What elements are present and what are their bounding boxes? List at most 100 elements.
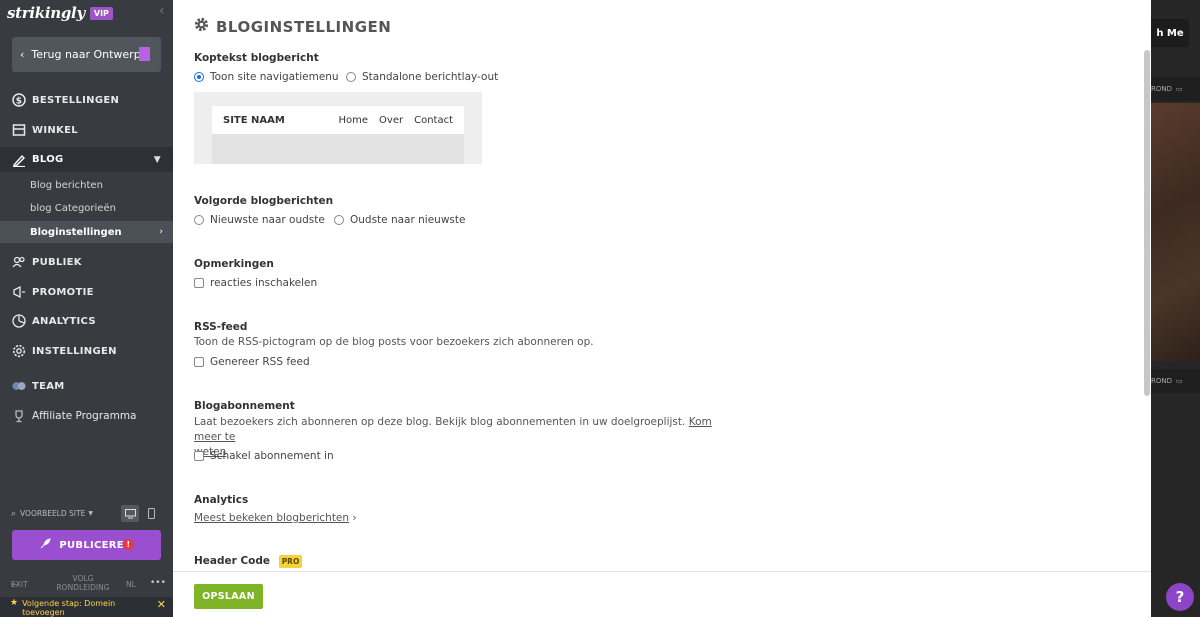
- publish-button[interactable]: PUBLICEREN !: [12, 530, 161, 560]
- header-preview: SITE NAAM Home Over Contact: [194, 92, 482, 164]
- checkbox-comments-label: reacties inschakelen: [210, 277, 318, 289]
- nav-promotion[interactable]: PROMOTIE: [0, 282, 173, 302]
- trophy-icon: [12, 409, 26, 423]
- background-label-text-2: ROND: [1151, 377, 1172, 385]
- dollar-circle-icon: $: [12, 93, 26, 107]
- sub-blog-categories[interactable]: blog Categorieën: [0, 198, 173, 219]
- background-label-bottom[interactable]: ROND ▭: [1151, 369, 1200, 393]
- mobile-icon[interactable]: [142, 505, 160, 522]
- sidebar-footer: ← EXIT VOLG RONDLEIDING NL •••: [0, 574, 173, 596]
- next-step-text: Volgende stap: Domein toevoegen: [22, 599, 116, 617]
- preview-site-row: ⌕ VOORBEELD SITE ▼: [11, 505, 161, 522]
- header-code-row[interactable]: Header Code PRO: [194, 555, 303, 568]
- gear-icon: [194, 17, 209, 36]
- scrollbar[interactable]: [1144, 50, 1150, 396]
- pro-badge: PRO: [278, 555, 303, 568]
- back-to-design-button[interactable]: ‹ Terug naar Ontwerp: [12, 37, 161, 72]
- order-label: Volgorde blogberichten: [194, 195, 334, 207]
- publish-label: PUBLICEREN: [59, 539, 133, 551]
- checkbox-comments[interactable]: reacties inschakelen: [194, 277, 317, 289]
- radio-standalone-label: Standalone berichtlay-out: [362, 71, 499, 83]
- checkbox-subscription[interactable]: Schakel abonnement in: [194, 450, 334, 462]
- nav-orders[interactable]: $ BESTELLINGEN: [0, 90, 173, 110]
- header-text-label: Koptekst blogbericht: [194, 52, 319, 64]
- nav-settings[interactable]: INSTELLINGEN: [0, 341, 173, 361]
- back-button-label: Terug naar Ontwerp: [31, 48, 141, 61]
- more-options-icon[interactable]: •••: [150, 578, 166, 588]
- nav-audience-label: PUBLIEK: [32, 256, 82, 268]
- nav-promotion-label: PROMOTIE: [32, 286, 94, 298]
- save-bar: OPSLAAN: [173, 571, 1151, 617]
- nav-analytics[interactable]: ANALYTICS: [0, 311, 173, 331]
- checkbox-subscription-label: Schakel abonnement in: [210, 450, 334, 462]
- analytics-label: Analytics: [194, 494, 249, 506]
- checkbox[interactable]: [194, 278, 204, 288]
- radio-show-nav[interactable]: Toon site navigatiemenu: [194, 71, 339, 83]
- radio-standalone[interactable]: Standalone berichtlay-out: [346, 71, 498, 83]
- close-icon[interactable]: ✕: [157, 599, 166, 610]
- subscription-label: Blogabonnement: [194, 400, 295, 412]
- rocket-icon: [40, 538, 52, 552]
- header-code-label: Header Code: [194, 555, 271, 567]
- comments-label: Opmerkingen: [194, 258, 274, 270]
- nav-audience[interactable]: PUBLIEK: [0, 252, 173, 272]
- preview-link-contact: Contact: [414, 114, 453, 126]
- most-viewed-link[interactable]: Meest bekeken blogberichten: [194, 512, 349, 524]
- radio-button[interactable]: [334, 215, 344, 225]
- preview-site-dropdown[interactable]: VOORBEELD SITE: [20, 509, 85, 518]
- sub-blog-posts[interactable]: Blog berichten: [0, 175, 173, 196]
- people-icon: [12, 255, 26, 269]
- star-icon: ★: [10, 598, 19, 608]
- radio-button[interactable]: [346, 72, 356, 82]
- checkbox-rss[interactable]: Genereer RSS feed: [194, 356, 310, 368]
- megaphone-icon: [12, 285, 26, 299]
- quill-icon: [12, 153, 26, 167]
- chevron-right-icon: ›: [352, 512, 357, 524]
- checkbox[interactable]: [194, 451, 204, 461]
- radio-newest-label: Nieuwste naar oudste: [210, 214, 325, 226]
- nav-team-label: TEAM: [32, 380, 65, 392]
- exit-label: EXIT: [11, 580, 28, 589]
- desktop-icon[interactable]: [121, 505, 139, 522]
- touch-me-button[interactable]: h Me: [1151, 19, 1189, 47]
- most-viewed-link-row[interactable]: Meest bekeken blogberichten ›: [194, 512, 357, 524]
- nav-team[interactable]: TEAM: [0, 376, 173, 396]
- nav-store[interactable]: WINKEL: [0, 120, 173, 140]
- nav-blog-label: BLOG: [32, 154, 64, 165]
- caret-down-icon: ▼: [88, 510, 93, 517]
- radio-newest-first[interactable]: Nieuwste naar oudste: [194, 214, 325, 226]
- vip-badge: VIP: [89, 6, 113, 20]
- nav-orders-label: BESTELLINGEN: [32, 94, 120, 106]
- nav-blog[interactable]: BLOG ▼: [0, 147, 173, 172]
- nav-affiliate[interactable]: Affiliate Programma: [0, 406, 173, 426]
- next-step-banner[interactable]: ★ Volgende stap: Domein toevoegen ✕: [0, 597, 173, 617]
- chevron-left-icon: ‹: [20, 48, 25, 61]
- magnifier-icon: ⌕: [11, 508, 17, 519]
- collapse-sidebar-icon[interactable]: ‹: [159, 3, 165, 19]
- publish-alert-badge: !: [123, 539, 134, 550]
- checkbox[interactable]: [194, 357, 204, 367]
- preview-link-home: Home: [338, 114, 369, 126]
- sub-blog-settings[interactable]: Bloginstellingen ›: [0, 221, 173, 243]
- page-icon: [139, 47, 150, 61]
- radio-button[interactable]: [194, 215, 204, 225]
- save-button[interactable]: OPSLAAN: [194, 584, 263, 609]
- radio-button-selected[interactable]: [194, 72, 204, 82]
- background-label-top[interactable]: ROND ▭: [1151, 77, 1200, 101]
- image-icon: ▭: [1176, 377, 1183, 385]
- gear-icon: [12, 344, 26, 358]
- background-label-text: ROND: [1151, 85, 1172, 93]
- help-button[interactable]: ?: [1166, 583, 1194, 611]
- tour-link[interactable]: VOLG RONDLEIDING: [52, 574, 114, 592]
- language-selector[interactable]: NL: [126, 580, 136, 589]
- nav-settings-label: INSTELLINGEN: [32, 345, 117, 357]
- pie-chart-icon: [12, 314, 26, 328]
- page-title: BLOGINSTELLINGEN: [194, 17, 391, 36]
- radio-oldest-label: Oudste naar nieuwste: [350, 214, 466, 226]
- svg-text:$: $: [16, 97, 23, 107]
- background-photo: [1151, 103, 1200, 361]
- checkbox-rss-label: Genereer RSS feed: [210, 356, 310, 368]
- strikingly-logo: strikingly: [7, 4, 85, 22]
- radio-oldest-first[interactable]: Oudste naar nieuwste: [334, 214, 465, 226]
- preview-link-over: Over: [379, 114, 404, 126]
